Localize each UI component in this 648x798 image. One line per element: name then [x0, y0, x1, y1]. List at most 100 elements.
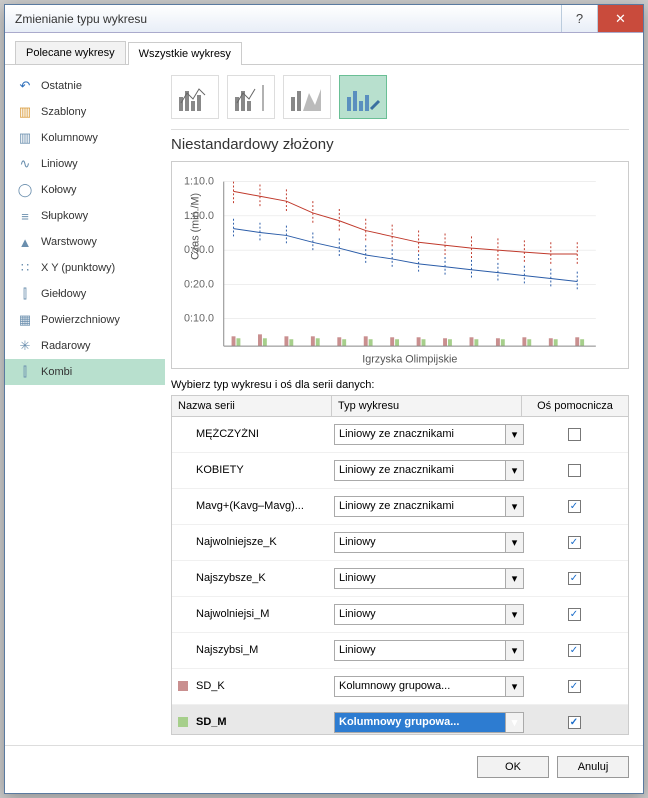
series-name: MĘŻCZYŹNI	[194, 428, 334, 440]
svg-text:Igrzyska Olimpijskie: Igrzyska Olimpijskie	[362, 354, 457, 366]
chart-type-icon: ∷	[17, 260, 33, 276]
series-type-cell: Liniowy ze znacznikami▾	[334, 496, 524, 517]
series-row[interactable]: SD_KKolumnowy grupowa...▾ ✓	[172, 669, 628, 705]
series-type-select[interactable]: Kolumnowy grupowa...▾	[334, 712, 524, 733]
sidebar-item-ko-owy[interactable]: ◯Kołowy	[5, 177, 165, 203]
series-type-select[interactable]: Liniowy▾	[334, 604, 524, 625]
sidebar-item-kolumnowy[interactable]: ▥ Kolumnowy	[5, 125, 165, 151]
sidebar-item-radarowy[interactable]: ✳Radarowy	[5, 333, 165, 359]
series-type-select[interactable]: Liniowy ze znacznikami▾	[334, 496, 524, 517]
series-type-select[interactable]: Liniowy▾	[334, 568, 524, 589]
chevron-down-icon[interactable]: ▾	[505, 713, 523, 732]
series-type-cell: Liniowy ze znacznikami▾	[334, 460, 524, 481]
chevron-down-icon[interactable]: ▾	[505, 569, 523, 588]
chevron-down-icon[interactable]: ▾	[505, 533, 523, 552]
series-row[interactable]: Najszybsze_KLiniowy▾✓	[172, 561, 628, 597]
series-axis-cell: ✓	[524, 572, 624, 585]
sidebar-item-label: Kombi	[41, 366, 72, 378]
sidebar-item-kombi[interactable]: ⫿Kombi	[5, 359, 165, 385]
series-axis-cell	[524, 464, 624, 477]
secondary-axis-checkbox[interactable]: ✓	[568, 608, 581, 621]
window-title: Zmienianie typu wykresu	[15, 12, 561, 26]
series-row[interactable]: SD_MKolumnowy grupowa...▾✓	[172, 705, 628, 735]
chart-preview[interactable]: 1:10.0 1:00.0 0:50.0 0:20.0 0:10.0 Czas …	[171, 161, 629, 369]
series-row[interactable]: MĘŻCZYŹNILiniowy ze znacznikami▾	[172, 417, 628, 453]
series-type-cell: Kolumnowy grupowa...▾	[334, 712, 524, 733]
chevron-down-icon[interactable]: ▾	[505, 641, 523, 660]
secondary-axis-checkbox[interactable]	[568, 464, 581, 477]
series-type-select[interactable]: Liniowy▾	[334, 532, 524, 553]
secondary-axis-checkbox[interactable]: ✓	[568, 644, 581, 657]
separator	[171, 129, 629, 130]
chevron-down-icon[interactable]: ▾	[505, 677, 523, 696]
secondary-axis-checkbox[interactable]: ✓	[568, 572, 581, 585]
combo-thumb-custom[interactable]	[339, 75, 387, 119]
chart-type-icon: ▥	[17, 130, 33, 146]
secondary-axis-checkbox[interactable]: ✓	[568, 536, 581, 549]
subtype-title: Niestandardowy złożony	[171, 136, 629, 153]
sidebar-item-label: Kolumnowy	[41, 132, 98, 144]
series-type-select[interactable]: Liniowy ze znacznikami▾	[334, 460, 524, 481]
series-swatch	[178, 717, 188, 727]
sidebar-item-label: Szablony	[41, 106, 86, 118]
chart-category-sidebar: ↶Ostatnie▥Szablony ▥ Kolumnowy ∿Liniowy◯Koł…	[5, 65, 165, 745]
series-swatch	[178, 681, 188, 691]
series-type-select[interactable]: Kolumnowy grupowa...▾	[334, 676, 524, 697]
dialog-footer: OK Anuluj	[5, 745, 643, 788]
col-series-name[interactable]: Nazwa serii	[172, 396, 332, 416]
series-swatch	[178, 609, 188, 619]
titlebar[interactable]: Zmienianie typu wykresu ? ✕	[5, 5, 643, 33]
sidebar-item-powierzchniowy[interactable]: ▦Powierzchniowy	[5, 307, 165, 333]
chart-type-icon: ▦	[17, 312, 33, 328]
col-secondary-axis[interactable]: Oś pomocnicza	[522, 396, 628, 416]
tabs: Polecane wykresy Wszystkie wykresy	[5, 33, 643, 65]
series-row[interactable]: Najwolniejsi_MLiniowy▾✓	[172, 597, 628, 633]
main-panel: Niestandardowy złożony 1:10.0 1:00.0 0:5…	[165, 65, 643, 745]
tab-recommended[interactable]: Polecane wykresy	[15, 41, 126, 64]
series-prompt: Wybierz typ wykresu i oś dla serii danyc…	[171, 379, 629, 391]
series-row[interactable]: Najszybsi_MLiniowy▾✓	[172, 633, 628, 669]
series-axis-cell: ✓	[524, 644, 624, 657]
secondary-axis-checkbox[interactable]: ✓	[568, 716, 581, 729]
secondary-axis-checkbox[interactable]: ✓	[568, 680, 581, 693]
series-type-select[interactable]: Liniowy ze znacznikami▾	[334, 424, 524, 445]
sidebar-item-ostatnie[interactable]: ↶Ostatnie	[5, 73, 165, 99]
secondary-axis-checkbox[interactable]	[568, 428, 581, 441]
col-chart-type[interactable]: Typ wykresu	[332, 396, 522, 416]
series-type-select[interactable]: Liniowy▾	[334, 640, 524, 661]
series-list[interactable]: MĘŻCZYŹNILiniowy ze znacznikami▾KOBIETYL…	[171, 417, 629, 735]
secondary-axis-checkbox[interactable]: ✓	[568, 500, 581, 513]
series-name: Mavg+(Kavg–Mavg)...	[194, 500, 334, 512]
cancel-button[interactable]: Anuluj	[557, 756, 629, 778]
sidebar-item-label: Słupkowy	[41, 210, 88, 222]
series-row[interactable]: Mavg+(Kavg–Mavg)...Liniowy ze znacznikam…	[172, 489, 628, 525]
combo-thumb-3[interactable]	[283, 75, 331, 119]
sidebar-item-liniowy[interactable]: ∿Liniowy	[5, 151, 165, 177]
sidebar-item-szablony[interactable]: ▥Szablony	[5, 99, 165, 125]
series-name: SD_K	[194, 680, 334, 692]
series-type-cell: Kolumnowy grupowa...▾	[334, 676, 524, 697]
chevron-down-icon[interactable]: ▾	[505, 497, 523, 516]
sidebar-item-x-y-punktowy-[interactable]: ∷X Y (punktowy)	[5, 255, 165, 281]
close-button[interactable]: ✕	[597, 5, 643, 32]
sidebar-item-s-upkowy[interactable]: ≡Słupkowy	[5, 203, 165, 229]
combo-thumb-2[interactable]	[227, 75, 275, 119]
series-swatch	[178, 645, 188, 655]
series-axis-cell: ✓	[524, 680, 624, 693]
chevron-down-icon[interactable]: ▾	[505, 605, 523, 624]
series-swatch	[178, 537, 188, 547]
help-button[interactable]: ?	[561, 5, 597, 32]
ok-button[interactable]: OK	[477, 756, 549, 778]
combo-subtype-thumbs	[171, 75, 629, 119]
sidebar-item-gie-dowy[interactable]: ⫿Giełdowy	[5, 281, 165, 307]
series-row[interactable]: KOBIETYLiniowy ze znacznikami▾	[172, 453, 628, 489]
tab-all-charts[interactable]: Wszystkie wykresy	[128, 42, 242, 65]
combo-thumb-1[interactable]	[171, 75, 219, 119]
series-row[interactable]: Najwolniejsze_KLiniowy▾✓	[172, 525, 628, 561]
sidebar-item-warstwowy[interactable]: ▲Warstwowy	[5, 229, 165, 255]
series-swatch	[178, 429, 188, 439]
chevron-down-icon[interactable]: ▾	[505, 425, 523, 444]
chart-type-icon: ▲	[17, 234, 33, 250]
series-type-cell: Liniowy▾	[334, 532, 524, 553]
chevron-down-icon[interactable]: ▾	[505, 461, 523, 480]
